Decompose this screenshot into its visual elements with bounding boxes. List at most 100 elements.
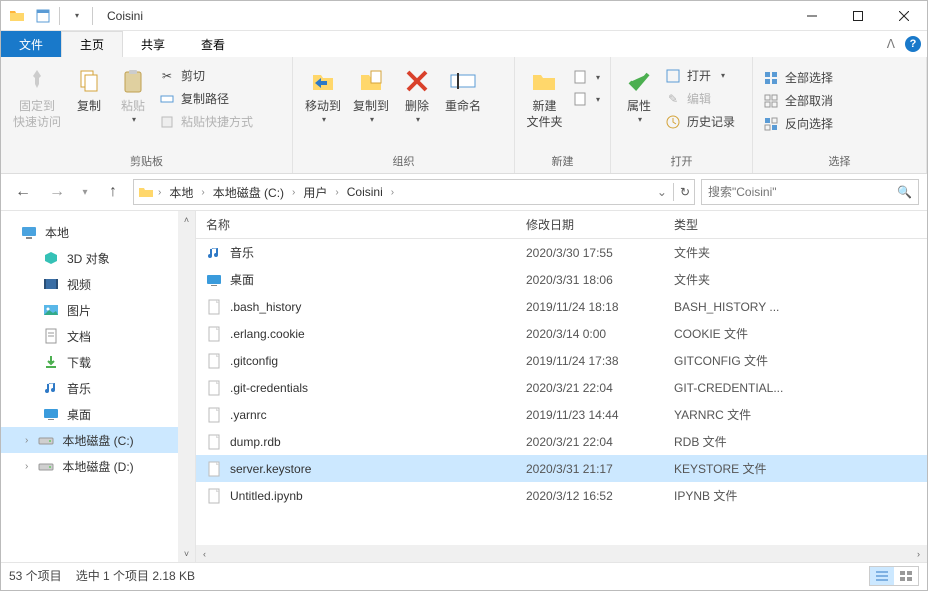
tree-item[interactable]: 3D 对象 xyxy=(1,245,195,271)
paste-button[interactable]: 粘贴 ▾ xyxy=(111,61,155,129)
3d-icon xyxy=(43,250,59,266)
ribbon-group-label: 剪贴板 xyxy=(1,151,292,173)
column-date[interactable]: 修改日期 xyxy=(516,211,664,238)
search-box[interactable]: 🔍 xyxy=(701,179,919,205)
new-folder-button[interactable]: 新建 文件夹 xyxy=(521,61,568,134)
copy-button[interactable]: 复制 xyxy=(67,61,111,119)
tree-item[interactable]: 文档 xyxy=(1,323,195,349)
history-button[interactable]: 历史记录 xyxy=(665,113,735,130)
vertical-scrollbar[interactable]: ˄˅ xyxy=(178,211,195,562)
file-row[interactable]: .bash_history2019/11/24 18:18BASH_HISTOR… xyxy=(196,293,927,320)
copy-to-button[interactable]: 复制到▾ xyxy=(347,61,395,129)
edit-button[interactable]: ✎编辑 xyxy=(665,90,735,107)
file-name: Untitled.ipynb xyxy=(230,489,303,503)
tree-item[interactable]: 桌面 xyxy=(1,401,195,427)
breadcrumb-item[interactable]: 本地 xyxy=(165,184,197,201)
file-row[interactable]: server.keystore2020/3/31 21:17KEYSTORE 文… xyxy=(196,455,927,482)
cut-button[interactable]: ✂ 剪切 xyxy=(159,67,253,84)
address-bar[interactable]: › 本地 › 本地磁盘 (C:) › 用户 › Coisini › ⌄ ↻ xyxy=(133,179,695,205)
easy-access-button[interactable]: ▾ xyxy=(572,91,600,107)
open-button[interactable]: 打开▾ xyxy=(665,67,735,84)
close-button[interactable] xyxy=(881,1,927,31)
tree-item-label: 本地 xyxy=(45,224,69,241)
ribbon-group-label: 新建 xyxy=(515,151,610,173)
tree-item[interactable]: ›本地磁盘 (D:) xyxy=(1,453,195,479)
chevron-right-icon[interactable]: › xyxy=(389,187,396,198)
tab-view[interactable]: 查看 xyxy=(183,31,243,57)
ribbon-group-open: 属性▾ 打开▾ ✎编辑 历史记录 打开 xyxy=(611,57,753,173)
recent-dropdown[interactable]: ▾ xyxy=(77,178,93,206)
scroll-left-icon[interactable]: ‹ xyxy=(196,545,213,562)
qat-properties-icon[interactable] xyxy=(31,4,55,28)
scroll-up-icon[interactable]: ˄ xyxy=(178,211,195,228)
select-all-button[interactable]: 全部选择 xyxy=(763,69,833,86)
forward-button[interactable]: → xyxy=(43,178,71,206)
move-to-button[interactable]: 移动到▾ xyxy=(299,61,347,129)
file-icon xyxy=(206,380,222,396)
tree-item[interactable]: 本地 xyxy=(1,219,195,245)
file-type: GITCONFIG 文件 xyxy=(664,352,927,369)
tree-item[interactable]: 下载 xyxy=(1,349,195,375)
nav-tree[interactable]: 本地3D 对象视频图片文档下载音乐桌面›本地磁盘 (C:)›本地磁盘 (D:)˄… xyxy=(1,211,196,562)
breadcrumb-item[interactable]: Coisini xyxy=(343,185,387,199)
file-date: 2019/11/24 17:38 xyxy=(516,354,664,368)
back-button[interactable]: ← xyxy=(9,178,37,206)
maximize-button[interactable] xyxy=(835,1,881,31)
icons-view-icon[interactable] xyxy=(894,567,918,585)
select-none-button[interactable]: 全部取消 xyxy=(763,92,833,109)
up-button[interactable]: ↑ xyxy=(99,178,127,206)
tree-item[interactable]: 图片 xyxy=(1,297,195,323)
chevron-right-icon[interactable]: › xyxy=(290,187,297,198)
tab-share[interactable]: 共享 xyxy=(123,31,183,57)
music-icon xyxy=(206,245,222,261)
scroll-down-icon[interactable]: ˅ xyxy=(178,545,195,562)
file-row[interactable]: .gitconfig2019/11/24 17:38GITCONFIG 文件 xyxy=(196,347,927,374)
file-row[interactable]: 桌面2020/3/31 18:06文件夹 xyxy=(196,266,927,293)
file-row[interactable]: .erlang.cookie2020/3/14 0:00COOKIE 文件 xyxy=(196,320,927,347)
file-row[interactable]: Untitled.ipynb2020/3/12 16:52IPYNB 文件 xyxy=(196,482,927,509)
horizontal-scrollbar[interactable]: ‹ › xyxy=(196,545,927,562)
copy-path-button[interactable]: 复制路径 xyxy=(159,90,253,107)
breadcrumb-item[interactable]: 用户 xyxy=(299,184,331,201)
delete-button[interactable]: 删除▾ xyxy=(395,61,439,129)
column-name[interactable]: 名称 xyxy=(196,211,516,238)
tree-item[interactable]: 视频 xyxy=(1,271,195,297)
breadcrumb-item[interactable]: 本地磁盘 (C:) xyxy=(209,184,288,201)
file-row[interactable]: 音乐2020/3/30 17:55文件夹 xyxy=(196,239,927,266)
file-row[interactable]: .yarnrc2019/11/23 14:44YARNRC 文件 xyxy=(196,401,927,428)
pin-button[interactable]: 固定到 快速访问 xyxy=(7,61,67,134)
refresh-icon[interactable]: ↻ xyxy=(680,185,690,199)
chevron-right-icon[interactable]: › xyxy=(156,187,163,198)
tab-home[interactable]: 主页 xyxy=(61,31,123,57)
qat-dropdown[interactable]: ▾ xyxy=(64,4,88,28)
search-input[interactable] xyxy=(708,185,897,199)
rename-button[interactable]: 重命名 xyxy=(439,61,487,119)
search-icon[interactable]: 🔍 xyxy=(897,185,912,199)
tab-file[interactable]: 文件 xyxy=(1,31,61,57)
delete-icon xyxy=(401,65,433,97)
tree-item-label: 文档 xyxy=(67,328,91,345)
select-none-icon xyxy=(763,93,779,109)
file-row[interactable]: dump.rdb2020/3/21 22:04RDB 文件 xyxy=(196,428,927,455)
expand-icon[interactable]: › xyxy=(25,435,28,446)
new-item-button[interactable]: ▾ xyxy=(572,69,600,85)
tree-item[interactable]: 音乐 xyxy=(1,375,195,401)
tree-item[interactable]: ›本地磁盘 (C:) xyxy=(1,427,195,453)
scroll-right-icon[interactable]: › xyxy=(910,545,927,562)
address-dropdown-icon[interactable]: ⌄ xyxy=(657,185,667,199)
details-view-icon[interactable] xyxy=(870,567,894,585)
chevron-right-icon[interactable]: › xyxy=(333,187,340,198)
collapse-ribbon-icon[interactable]: ᐱ xyxy=(887,37,895,51)
minimize-button[interactable] xyxy=(789,1,835,31)
invert-selection-button[interactable]: 反向选择 xyxy=(763,115,833,132)
help-icon[interactable]: ? xyxy=(905,36,921,52)
column-type[interactable]: 类型 xyxy=(664,211,927,238)
chevron-right-icon[interactable]: › xyxy=(199,187,206,198)
file-date: 2020/3/31 21:17 xyxy=(516,462,664,476)
window-title: Coisini xyxy=(99,9,789,23)
expand-icon[interactable]: › xyxy=(25,461,28,472)
properties-button[interactable]: 属性▾ xyxy=(617,61,661,129)
paste-shortcut-button[interactable]: 粘贴快捷方式 xyxy=(159,113,253,130)
file-row[interactable]: .git-credentials2020/3/21 22:04GIT-CREDE… xyxy=(196,374,927,401)
music-icon xyxy=(43,380,59,396)
